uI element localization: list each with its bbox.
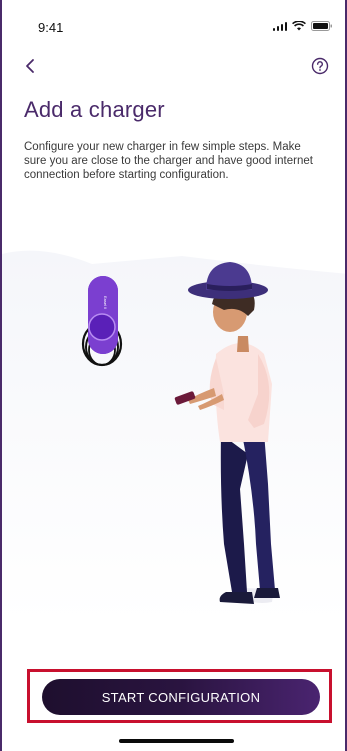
- help-button[interactable]: [309, 55, 331, 77]
- question-circle-icon: [311, 57, 329, 75]
- status-icons: [272, 21, 334, 31]
- phone-screen: 9:41 Add a charger Configure your new ch…: [0, 0, 347, 751]
- status-time: 9:41: [38, 20, 64, 35]
- back-button[interactable]: [20, 55, 42, 77]
- status-bar: 9:41: [2, 0, 345, 44]
- page-description: Configure your new charger in few simple…: [24, 141, 313, 181]
- home-indicator[interactable]: [119, 739, 234, 743]
- background-shape: [2, 250, 345, 624]
- start-configuration-button[interactable]: START CONFIGURATION: [42, 679, 320, 715]
- signal-icon: [272, 21, 287, 31]
- battery-icon: [311, 21, 333, 31]
- charger-label: Easel II: [103, 296, 108, 309]
- wall-charger: Easel II: [81, 276, 123, 367]
- charger-illustration: Easel II: [2, 250, 345, 624]
- page-title: Add a charger: [24, 97, 165, 122]
- wifi-icon: [292, 21, 306, 31]
- nav-bar: [2, 52, 345, 82]
- chevron-left-icon: [26, 59, 34, 73]
